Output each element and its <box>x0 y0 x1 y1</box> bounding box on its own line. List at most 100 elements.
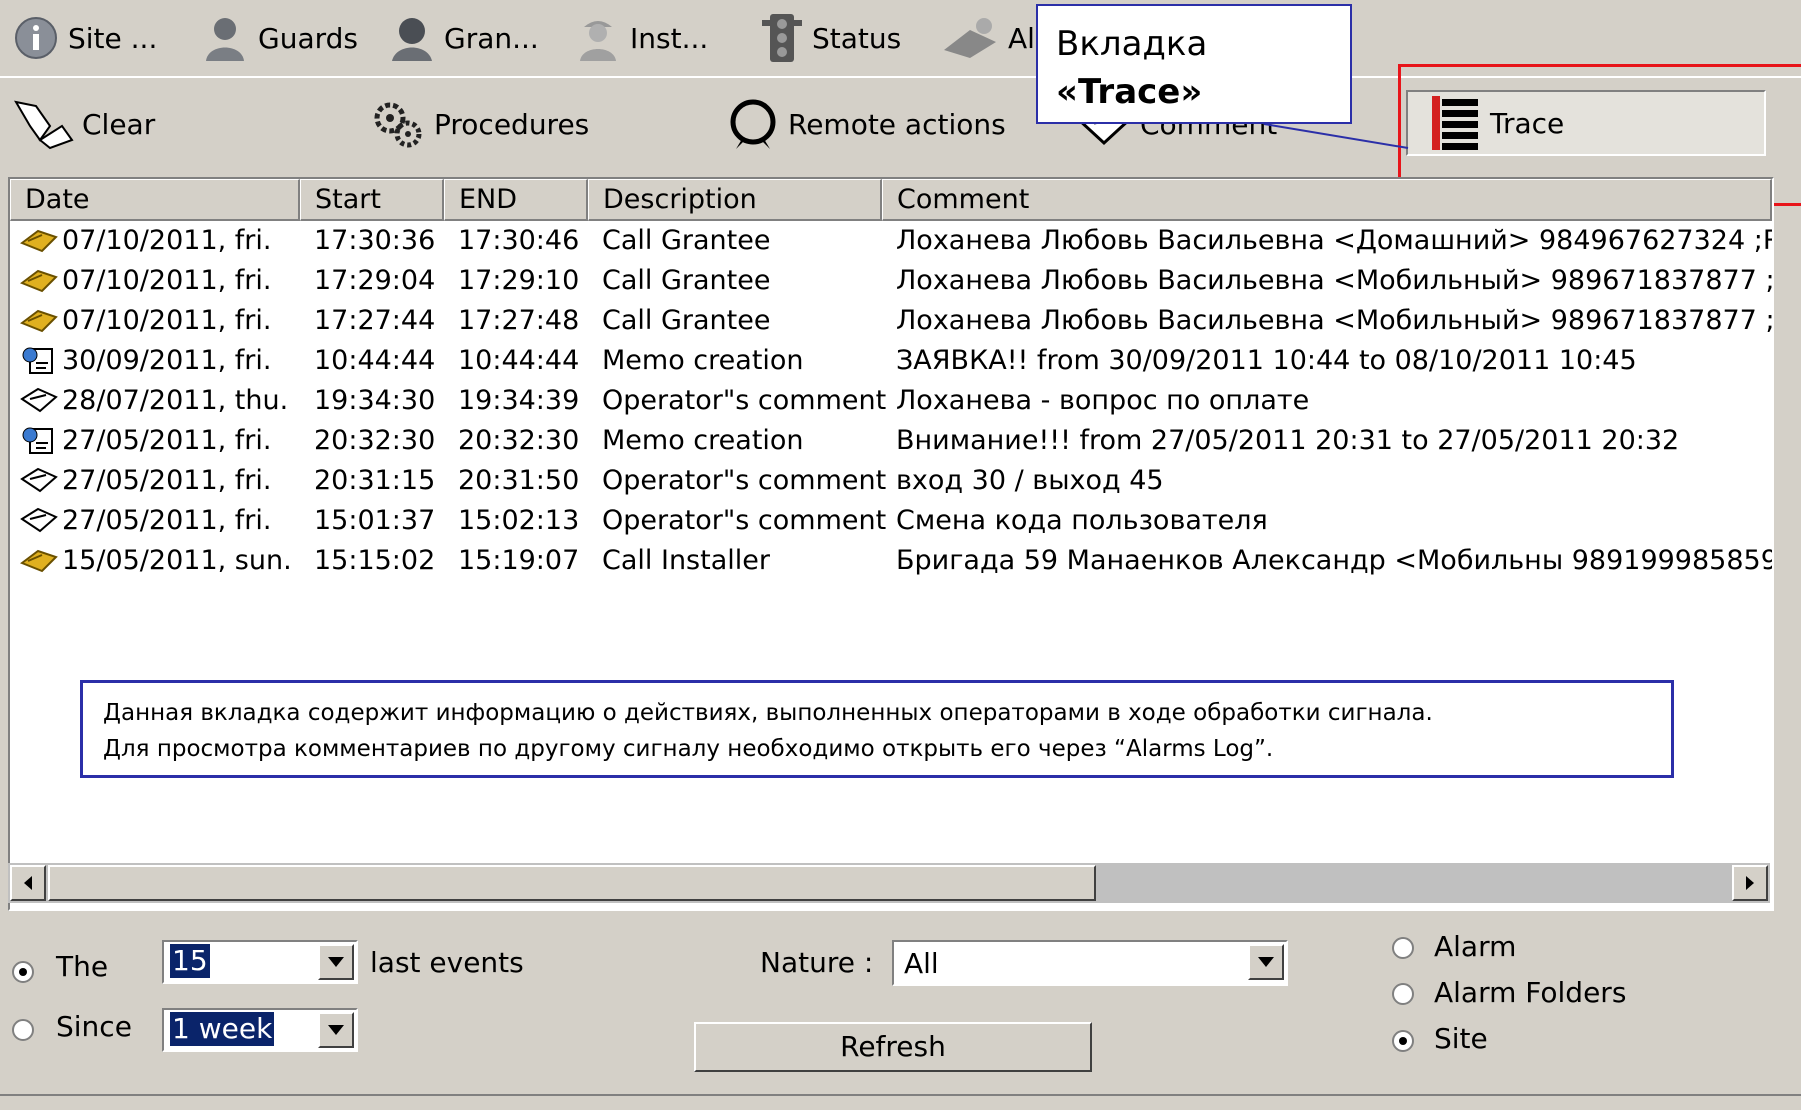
refresh-button[interactable]: Refresh <box>694 1022 1092 1072</box>
horizontal-scrollbar[interactable] <box>8 863 1770 903</box>
radio-the[interactable] <box>12 961 34 983</box>
cell-end: 20:31:50 <box>458 465 580 496</box>
tab-status[interactable]: Status <box>760 8 901 68</box>
info-note: Данная вкладка содержит информацию о дей… <box>80 680 1674 778</box>
cell-start: 17:30:36 <box>314 225 436 256</box>
tab-guards[interactable]: Guards <box>200 8 358 68</box>
tab-label: Gran... <box>444 21 539 55</box>
cell-start: 17:27:44 <box>314 305 436 336</box>
trace-grid: Date Start END Description Comment 07/10… <box>8 177 1774 911</box>
cell-date: 07/10/2011, fri. <box>62 305 272 336</box>
tab-label: Site ... <box>68 21 158 55</box>
cell-end: 15:02:13 <box>458 505 580 536</box>
radio-alarm[interactable] <box>1392 937 1414 959</box>
chevron-down-icon <box>1258 957 1274 967</box>
tab-alarms[interactable]: Al <box>940 8 1035 68</box>
table-row[interactable]: 27/05/2011, fri. 20:31:15 20:31:50 Operator… <box>10 461 1772 501</box>
grantee-icon <box>388 13 436 63</box>
guard-icon <box>200 13 250 63</box>
nature-dropdown[interactable] <box>1248 944 1284 980</box>
cell-comment: Лоханева Любовь Васильевна <Мобильный> 9… <box>896 265 1774 296</box>
tab-installers[interactable]: Inst... <box>574 8 708 68</box>
table-row[interactable]: 07/10/2011, fri. 17:30:36 17:30:46 Call Gra… <box>10 221 1772 261</box>
info-line2: Для просмотра комментариев по другому си… <box>103 736 1274 762</box>
cell-date: 15/05/2011, sun. <box>62 545 292 576</box>
column-header-date[interactable]: Date <box>10 179 300 221</box>
cell-date: 28/07/2011, thu. <box>62 385 289 416</box>
arrow-left-icon <box>24 876 32 890</box>
arrow-right-icon <box>1746 876 1754 890</box>
the-label: The <box>56 950 109 983</box>
event-count-dropdown[interactable] <box>318 944 354 980</box>
nature-select[interactable]: All <box>892 940 1288 986</box>
scroll-thumb[interactable] <box>48 865 1096 901</box>
table-row[interactable]: 07/10/2011, fri. 17:27:44 17:27:48 Call Gra… <box>10 301 1772 341</box>
cell-end: 15:19:07 <box>458 545 580 576</box>
tab-grantees[interactable]: Gran... <box>388 8 539 68</box>
table-row[interactable]: 27/05/2011, fri. 20:32:30 20:32:30 Memo cre… <box>10 421 1772 461</box>
table-row[interactable]: 15/05/2011, sun. 15:15:02 15:19:07 Call Ins… <box>10 541 1772 581</box>
chevron-down-icon <box>328 957 344 967</box>
table-row[interactable]: 27/05/2011, fri. 15:01:37 15:02:13 Operator… <box>10 501 1772 541</box>
cell-description: Memo creation <box>602 425 804 456</box>
nature-label: Nature : <box>760 946 874 979</box>
cell-end: 10:44:44 <box>458 345 580 376</box>
tab-site[interactable]: Site ... <box>12 8 157 68</box>
cell-description: Operator"s comment <box>602 465 887 496</box>
scope-alarm-folders-label: Alarm Folders <box>1434 976 1627 1009</box>
table-row[interactable]: 30/09/2011, fri. 10:44:44 10:44:44 Memo cre… <box>10 341 1772 381</box>
table-row[interactable]: 28/07/2011, thu. 19:34:30 19:34:39 Operator… <box>10 381 1772 421</box>
cell-date: 30/09/2011, fri. <box>62 345 272 376</box>
radio-since[interactable] <box>12 1019 34 1041</box>
procedures-button[interactable]: Procedures <box>368 88 589 160</box>
cell-end: 17:27:48 <box>458 305 580 336</box>
cell-description: Memo creation <box>602 345 804 376</box>
since-select[interactable]: 1 week <box>162 1008 358 1052</box>
last-events-label: last events <box>370 946 524 979</box>
column-header-end[interactable]: END <box>444 179 588 221</box>
callout-line1: Вкладка <box>1056 24 1208 64</box>
cell-date: 07/10/2011, fri. <box>62 225 272 256</box>
column-header-start[interactable]: Start <box>300 179 444 221</box>
scroll-right-button[interactable] <box>1732 865 1768 901</box>
scope-site-label: Site <box>1434 1022 1488 1055</box>
since-dropdown[interactable] <box>318 1012 354 1048</box>
installer-icon <box>574 13 622 63</box>
cell-end: 19:34:39 <box>458 385 580 416</box>
cell-comment: ЗАЯВКА!! from 30/09/2011 10:44 to 08/10/… <box>896 345 1637 376</box>
procedures-label: Procedures <box>434 107 590 141</box>
info-line1: Данная вкладка содержит информацию о дей… <box>103 700 1433 726</box>
since-label: Since <box>56 1010 132 1043</box>
cell-description: Operator"s comment <box>602 505 887 536</box>
radio-site[interactable] <box>1392 1030 1414 1052</box>
traffic-light-icon <box>760 12 804 64</box>
cell-comment: Лоханева - вопрос по оплате <box>896 385 1310 416</box>
cell-description: Call Installer <box>602 545 770 576</box>
event-count-select[interactable]: 15 <box>162 940 358 984</box>
remote-loop-icon <box>724 95 782 153</box>
cell-description: Call Grantee <box>602 265 771 296</box>
cell-description: Call Grantee <box>602 305 771 336</box>
cell-date: 27/05/2011, fri. <box>62 465 272 496</box>
eraser-hand-icon <box>10 96 76 152</box>
remote-actions-button[interactable]: Remote actions <box>724 88 1006 160</box>
cell-description: Call Grantee <box>602 225 771 256</box>
radio-alarm-folders[interactable] <box>1392 983 1414 1005</box>
cell-comment: Бригада 59 Манаенков Александр <Мобильны… <box>896 545 1774 576</box>
clear-button[interactable]: Clear <box>10 88 155 160</box>
cell-start: 10:44:44 <box>314 345 436 376</box>
cell-start: 17:29:04 <box>314 265 436 296</box>
cell-comment: вход 30 / выход 45 <box>896 465 1164 496</box>
cell-comment: Лоханева Любовь Васильевна <Мобильный> 9… <box>896 305 1774 336</box>
since-value: 1 week <box>170 1012 275 1046</box>
cell-comment: Смена кода пользователя <box>896 505 1268 536</box>
trace-callout: Вкладка «Trace» <box>1036 4 1352 124</box>
cell-start: 15:15:02 <box>314 545 436 576</box>
table-row[interactable]: 07/10/2011, fri. 17:29:04 17:29:10 Call Gra… <box>10 261 1772 301</box>
column-header-comment[interactable]: Comment <box>882 179 1772 221</box>
phone-icon <box>19 545 58 587</box>
column-header-description[interactable]: Description <box>588 179 882 221</box>
chevron-down-icon <box>328 1025 344 1035</box>
scroll-left-button[interactable] <box>10 865 46 901</box>
cell-date: 27/05/2011, fri. <box>62 425 272 456</box>
